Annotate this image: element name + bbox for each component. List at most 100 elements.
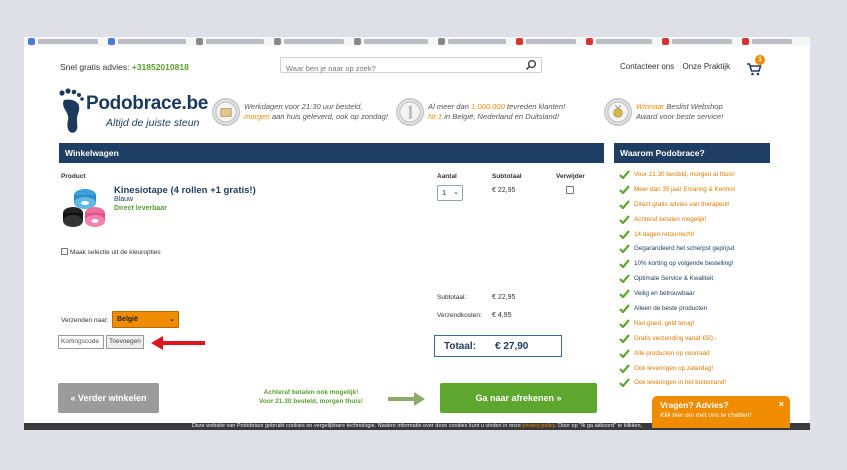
remove-item-checkbox[interactable] xyxy=(566,186,574,194)
bookmark-icon[interactable] xyxy=(742,38,749,45)
why-section-title: Waarom Podobrace? xyxy=(614,143,770,163)
logo[interactable]: Podobrace.be Altijd de juiste steun xyxy=(58,88,208,136)
why-list-item: Alleen de beste producten xyxy=(618,304,778,319)
bookmark-icon[interactable] xyxy=(354,38,361,45)
why-list-item: 10% korting op volgende bestelling! xyxy=(618,259,778,274)
top-bar: Snel gratis advies: +31852010818 Contact… xyxy=(24,54,810,80)
close-icon[interactable]: × xyxy=(779,399,784,409)
cart-button[interactable]: 1 xyxy=(746,55,766,76)
checkmark-icon xyxy=(619,214,630,224)
contact-link[interactable]: Contacteer ons xyxy=(620,62,674,71)
search-icon[interactable] xyxy=(525,59,537,71)
checkmark-icon xyxy=(619,348,630,358)
bookmark-item[interactable] xyxy=(38,39,98,44)
coupon-input[interactable]: Kortingscode xyxy=(58,335,104,349)
privacy-policy-link[interactable]: privacy policy xyxy=(522,423,555,429)
usp-customers-suffix: tevreden klanten! xyxy=(504,102,566,111)
col-header-subtotal: Subtotaal xyxy=(492,173,522,180)
green-arrow-icon xyxy=(388,392,425,406)
chat-widget[interactable]: Vragen? Advies? Klik hier om met ons te … xyxy=(652,396,790,428)
usp-customers-text: Al meer dan 1.000.000 tevreden klanten! … xyxy=(428,102,565,122)
coupon-add-button[interactable]: Toevoegen xyxy=(106,335,144,349)
total-label: Totaal: xyxy=(444,341,477,352)
bookmark-icon[interactable] xyxy=(516,38,523,45)
why-list-item-text: Veilig en betrouwbaar xyxy=(634,290,695,298)
product-image[interactable] xyxy=(61,185,109,229)
col-header-quantity: Aantal xyxy=(437,173,457,180)
why-list-item: Alle producten op voorraad xyxy=(618,348,778,364)
checkmark-icon xyxy=(619,289,630,299)
cookie-text: Deze website van Podobrace gebruikt cook… xyxy=(191,423,523,429)
why-list-item: Ook leveringen op zaterdag! xyxy=(618,363,778,379)
bookmark-icon[interactable] xyxy=(196,38,203,45)
usp-delivery-highlight: morgen xyxy=(244,112,270,121)
usp-customers-line2: in België, Nederland en Duitsland! xyxy=(442,112,560,121)
bookmark-item[interactable] xyxy=(596,39,652,44)
col-header-product: Product xyxy=(61,173,86,180)
delivery-box-icon xyxy=(212,98,240,126)
why-list-item-text: Alle producten op voorraad xyxy=(634,349,710,357)
why-list-item-text: Gratis verzending vanaf €50,- xyxy=(634,334,717,342)
checkmark-icon xyxy=(619,304,630,314)
bookmark-item[interactable] xyxy=(752,39,792,44)
continue-shopping-button[interactable]: « Verder winkelen xyxy=(58,383,159,413)
quantity-select[interactable]: 1 ⌄ xyxy=(437,185,463,201)
checkmark-icon xyxy=(619,229,630,239)
bookmark-item[interactable] xyxy=(206,39,264,44)
bookmark-item[interactable] xyxy=(118,39,186,44)
why-list-item: Gegarandeerd het scherpst geprijsd xyxy=(618,244,778,259)
summary-shipping-value: € 4,95 xyxy=(492,312,512,319)
bookmark-item[interactable] xyxy=(526,39,576,44)
colour-option-label: Maak selectie uit de kleuropties xyxy=(70,249,161,256)
bookmark-icon[interactable] xyxy=(28,38,35,45)
usp-delivery-text: Werkdagen voor 21:30 uur besteld, morgen… xyxy=(244,102,388,122)
bookmark-icon[interactable] xyxy=(586,38,593,45)
why-list-item: Meer dan 35 jaar Ervaring & Kennis! xyxy=(618,185,778,200)
why-list-item: Gratis verzending vanaf €50,- xyxy=(618,334,778,349)
why-list-item-text: Meer dan 35 jaar Ervaring & Kennis! xyxy=(634,185,736,193)
colour-option[interactable]: Maak selectie uit de kleuropties xyxy=(61,248,161,256)
usp-award-text: Winnaar Beslist Webshop Award voor beste… xyxy=(636,102,723,122)
chat-subtitle: Klik hier om met ons te chatten! xyxy=(660,412,752,419)
red-arrow-annotation-icon xyxy=(151,336,205,350)
ship-to-select[interactable]: België ⌄ xyxy=(112,311,179,328)
bookmark-icon[interactable] xyxy=(108,38,115,45)
bookmark-icon[interactable] xyxy=(662,38,669,45)
advice-phone[interactable]: +31852010818 xyxy=(132,62,189,72)
checkmark-icon xyxy=(619,378,630,388)
usp-customers-prefix: Al meer dan xyxy=(428,102,472,111)
why-list-item-text: Gegarandeerd het scherpst geprijsd xyxy=(634,245,735,253)
checkmark-icon xyxy=(619,274,630,284)
brand-name: Podobrace.be xyxy=(86,93,209,114)
bookmark-icon[interactable] xyxy=(438,38,445,45)
search-box xyxy=(280,57,542,76)
usp-award-highlight: Winnaar xyxy=(636,102,665,111)
ship-to-value: België xyxy=(117,316,139,323)
footprint-logo-icon xyxy=(59,88,84,133)
checkmark-icon xyxy=(619,363,630,373)
why-list: Voor 21:30 besteld, morgen al thuis! Meer… xyxy=(618,170,778,393)
product-title[interactable]: Kinesiotape (4 rollen +1 gratis!) xyxy=(114,185,256,196)
advice-label: Snel gratis advies: xyxy=(60,62,130,72)
ship-to-label: Verzenden naar: xyxy=(61,317,109,324)
bookmarks-bar xyxy=(24,37,810,46)
bookmark-icon[interactable] xyxy=(274,38,281,45)
why-list-item-text: Niet goed, geld terug! xyxy=(634,319,695,327)
why-list-item: Niet goed, geld terug! xyxy=(618,319,778,334)
checkmark-icon xyxy=(619,334,630,343)
checkout-button[interactable]: Ga naar afrekenen » xyxy=(440,383,597,413)
checkmark-icon xyxy=(619,200,630,209)
promo-line-1: Achteraf betalen ook mogelijk! xyxy=(263,389,359,396)
colour-option-checkbox[interactable] xyxy=(61,248,68,255)
bookmark-item[interactable] xyxy=(284,39,344,44)
bookmark-item[interactable] xyxy=(672,39,732,44)
brand-tagline: Altijd de juiste steun xyxy=(106,117,200,129)
bookmark-item[interactable] xyxy=(364,39,428,44)
why-list-item-text: Optimale Service & Kwaliteit xyxy=(634,275,714,283)
search-input[interactable] xyxy=(286,61,516,76)
bookmark-item[interactable] xyxy=(448,39,506,44)
why-list-item-text: Ook leveringen op zaterdag! xyxy=(634,364,714,372)
why-list-item-text: 14 dagen retourrecht! xyxy=(634,230,695,238)
why-list-item-text: Alleen de beste producten xyxy=(634,305,708,313)
practice-link[interactable]: Onze Praktijk xyxy=(683,62,731,71)
